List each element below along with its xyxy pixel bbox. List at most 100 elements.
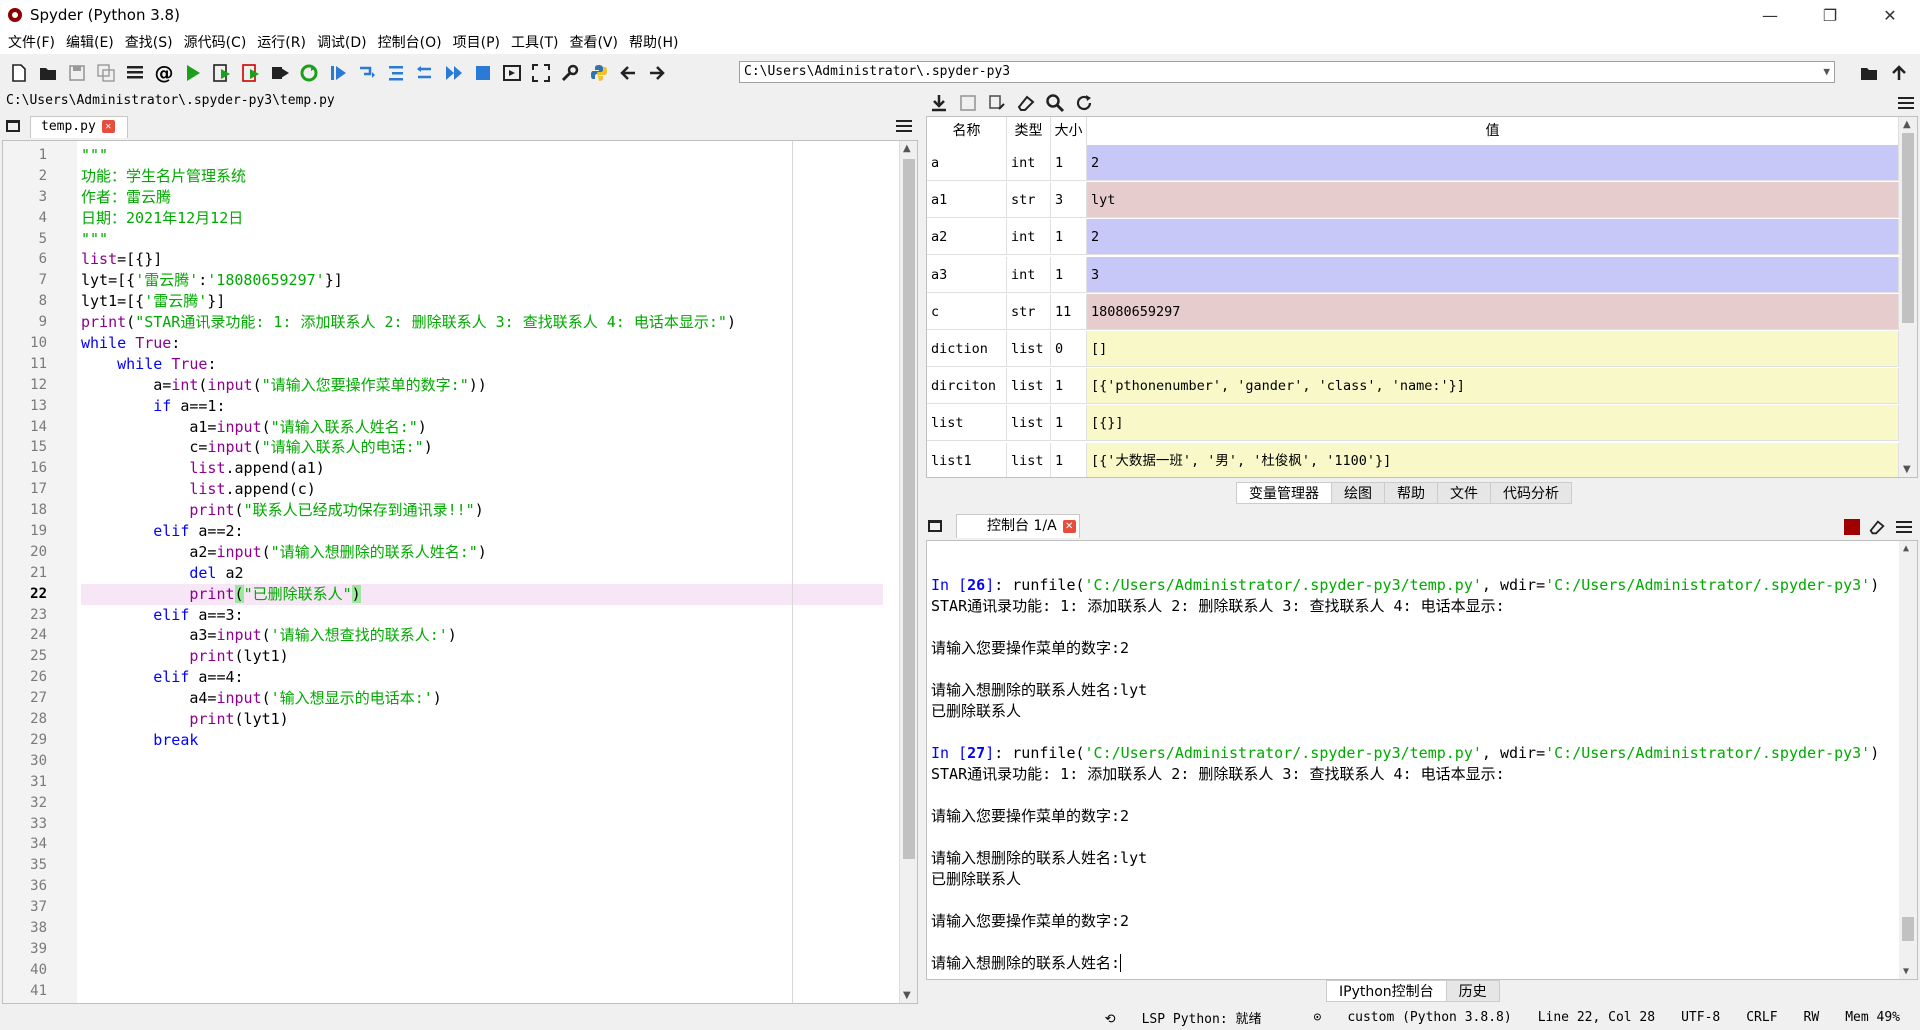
tab-ipython-console[interactable]: IPython控制台 <box>1326 980 1447 1002</box>
console-input-line[interactable]: 请输入想删除的联系人姓名: <box>931 953 1891 974</box>
variable-scrollbar[interactable]: ▲ ▼ <box>1899 117 1917 477</box>
column-header-value[interactable]: 值 <box>1087 117 1899 145</box>
variable-row[interactable]: a2 int 1 2 <box>927 219 1899 256</box>
step-icon[interactable] <box>354 60 380 86</box>
menu-projects[interactable]: 项目(P) <box>451 32 509 52</box>
at-symbol-icon[interactable]: @ <box>151 60 177 86</box>
variable-scroll-thumb[interactable] <box>1902 133 1914 323</box>
continue-icon[interactable] <box>441 60 467 86</box>
run-cell-icon[interactable] <box>209 60 235 86</box>
line-number: 18 <box>30 502 47 519</box>
console-scrollbar[interactable]: ▲ ▼ <box>1899 541 1917 979</box>
column-header-name[interactable]: 名称 <box>927 117 1007 145</box>
editor-options-icon[interactable] <box>896 120 912 132</box>
menu-source[interactable]: 源代码(C) <box>182 32 256 52</box>
restore-button[interactable]: ❐ <box>1800 0 1860 30</box>
stop-kernel-icon[interactable] <box>1844 519 1860 535</box>
scroll-up-icon[interactable]: ▲ <box>1903 543 1909 554</box>
close-console-tab-icon[interactable]: ✕ <box>1062 519 1076 533</box>
fullscreen-icon[interactable] <box>528 60 554 86</box>
tab-variable-explorer[interactable]: 变量管理器 <box>1236 482 1332 504</box>
editor-scroll-thumb[interactable] <box>903 159 915 859</box>
tab-plots[interactable]: 绘图 <box>1331 482 1385 504</box>
scroll-up-icon[interactable]: ▲ <box>903 143 911 154</box>
console-line: 请输入想删除的联系人姓名:lyt <box>931 681 1148 699</box>
refresh-icon[interactable] <box>1071 90 1097 116</box>
remove-all-eraser-icon[interactable] <box>1013 90 1039 116</box>
preferences-wrench-icon[interactable] <box>557 60 583 86</box>
stop-debug-icon[interactable] <box>470 60 496 86</box>
browse-tabs-icon[interactable] <box>6 120 20 132</box>
run-icon[interactable] <box>180 60 206 86</box>
menu-search[interactable]: 查找(S) <box>123 32 182 52</box>
environment-status[interactable]: ⊙ custom (Python 3.8.8) <box>1287 1010 1511 1025</box>
variable-row[interactable]: diction list 0[] <box>927 331 1899 368</box>
scroll-up-icon[interactable]: ▲ <box>1903 119 1911 130</box>
browse-console-tabs-icon[interactable] <box>928 520 942 532</box>
column-header-type[interactable]: 类型 <box>1007 117 1051 145</box>
variable-explorer-options-icon[interactable] <box>1898 97 1914 109</box>
variable-row[interactable]: dirciton list 1 [{'pthonenumber', 'gander',… <box>927 368 1899 405</box>
variable-row[interactable]: c str 11 18080659297 <box>927 293 1899 331</box>
variable-name: dirciton <box>927 368 1007 405</box>
step-into-icon[interactable] <box>383 60 409 86</box>
console-options-icon[interactable] <box>1896 521 1912 533</box>
open-file-icon[interactable] <box>35 60 61 86</box>
new-file-icon[interactable] <box>6 60 32 86</box>
menu-run[interactable]: 运行(R) <box>255 32 315 52</box>
save-data-as-icon[interactable] <box>984 90 1010 116</box>
tab-code-analysis[interactable]: 代码分析 <box>1490 482 1572 504</box>
debug-icon[interactable] <box>325 60 351 86</box>
search-icon[interactable] <box>1042 90 1068 116</box>
save-data-icon[interactable] <box>955 90 981 116</box>
run-selection-icon[interactable] <box>267 60 293 86</box>
tab-files[interactable]: 文件 <box>1437 482 1491 504</box>
variable-row[interactable]: a1 str 3 lyt <box>927 182 1899 219</box>
forward-arrow-icon[interactable] <box>644 60 670 86</box>
list-icon[interactable] <box>122 60 148 86</box>
menu-help[interactable]: 帮助(H) <box>627 32 687 52</box>
rerun-icon[interactable] <box>296 60 322 86</box>
close-window-button[interactable]: ✕ <box>1860 0 1920 30</box>
clear-console-eraser-icon[interactable] <box>1868 518 1886 540</box>
minimize-button[interactable]: — <box>1740 0 1800 30</box>
column-header-size[interactable]: 大小 <box>1051 117 1087 145</box>
variable-row[interactable]: a3 int 1 3 <box>927 256 1899 294</box>
python-path-icon[interactable] <box>586 60 612 86</box>
menu-file[interactable]: 文件(F) <box>6 32 64 52</box>
console-tab[interactable]: 控制台 1/A ✕ <box>956 514 1080 538</box>
line-number: 10 <box>30 335 47 352</box>
menu-edit[interactable]: 编辑(E) <box>64 32 123 52</box>
import-data-icon[interactable] <box>926 90 952 116</box>
variable-row[interactable]: list1 list 1 [{'大数据一班', '男', '杜俊枫', '1100'}… <box>927 442 1899 477</box>
variable-row[interactable]: list list 1[{}] <box>927 405 1899 442</box>
close-tab-icon[interactable]: ✕ <box>101 120 115 133</box>
code-line: list.append(c) <box>189 480 316 499</box>
menu-console[interactable]: 控制台(O) <box>376 32 451 52</box>
console-scroll-thumb[interactable] <box>1902 917 1914 941</box>
code-editor[interactable]: 1 2 3 4 5 6 7 8 9 10 11 12 13 14 15 16 17 18 19 20 21 22 23 24 2… <box>2 140 918 1004</box>
back-arrow-icon[interactable] <box>615 60 641 86</box>
step-return-icon[interactable] <box>412 60 438 86</box>
scroll-down-icon[interactable]: ▼ <box>903 990 911 1001</box>
menu-tools[interactable]: 工具(T) <box>509 32 567 52</box>
maximize-pane-icon[interactable] <box>499 60 525 86</box>
lsp-status[interactable]: ⟲ LSP Python: 就绪 <box>1079 1008 1262 1027</box>
ipython-console[interactable]: In [26]: runfile('C:/Users/Administrator… <box>926 540 1918 980</box>
run-cell-advance-icon[interactable] <box>238 60 264 86</box>
tab-help[interactable]: 帮助 <box>1384 482 1438 504</box>
menu-debug[interactable]: 调试(D) <box>315 32 376 52</box>
browse-folder-icon[interactable] <box>1856 60 1882 86</box>
editor-tab-temp[interactable]: temp.py ✕ <box>30 116 128 138</box>
chevron-down-icon[interactable]: ▼ <box>1823 62 1830 82</box>
variable-row[interactable]: a int 1 2 <box>927 145 1899 182</box>
scroll-down-icon[interactable]: ▼ <box>1903 464 1911 475</box>
scroll-down-icon[interactable]: ▼ <box>1903 966 1909 977</box>
working-directory-input[interactable]: C:\Users\Administrator\.spyder-py3 ▼ <box>739 61 1835 83</box>
menu-view[interactable]: 查看(V) <box>567 32 627 52</box>
parent-directory-icon[interactable] <box>1886 60 1912 86</box>
tab-history[interactable]: 历史 <box>1445 980 1500 1002</box>
save-all-icon[interactable] <box>93 60 119 86</box>
save-file-icon[interactable] <box>64 60 90 86</box>
editor-scrollbar[interactable]: ▲ ▼ <box>899 141 917 1003</box>
